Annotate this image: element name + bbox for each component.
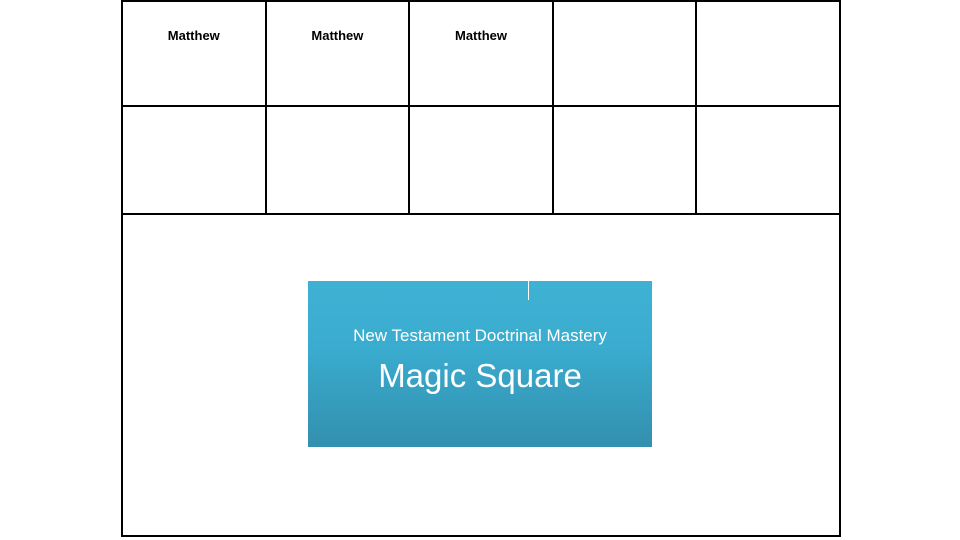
- table-row: [121, 105, 841, 217]
- table-cell-r2c2[interactable]: [264, 105, 411, 217]
- magic-square-table: Matthew Matthew Matthew: [121, 0, 841, 217]
- table-cell-text: Matthew: [311, 28, 364, 43]
- title-card[interactable]: New Testament Doctrinal Mastery Magic Sq…: [308, 281, 652, 447]
- table-cell-r1c5[interactable]: [695, 0, 841, 107]
- title-card-subtitle: New Testament Doctrinal Mastery: [353, 326, 607, 345]
- slide-canvas: Matthew Matthew Matthew New Testament Do…: [0, 0, 960, 540]
- table-cell-r2c4[interactable]: [551, 105, 698, 217]
- table-cell-r1c3[interactable]: Matthew: [408, 0, 554, 107]
- table-cell-text: Matthew: [167, 28, 220, 43]
- title-card-title: Magic Square: [378, 357, 582, 394]
- table-cell-text: Matthew: [454, 28, 507, 43]
- table-cell-r2c1[interactable]: [121, 105, 267, 217]
- table-cell-r1c4[interactable]: [551, 0, 698, 107]
- table-cell-r1c1[interactable]: Matthew: [121, 0, 267, 107]
- table-cell-r2c3[interactable]: [408, 105, 554, 217]
- table-cell-r1c2[interactable]: Matthew: [264, 0, 411, 107]
- table-row: Matthew Matthew Matthew: [121, 0, 841, 107]
- text-cursor-icon: [528, 281, 529, 300]
- table-cell-r2c5[interactable]: [695, 105, 841, 217]
